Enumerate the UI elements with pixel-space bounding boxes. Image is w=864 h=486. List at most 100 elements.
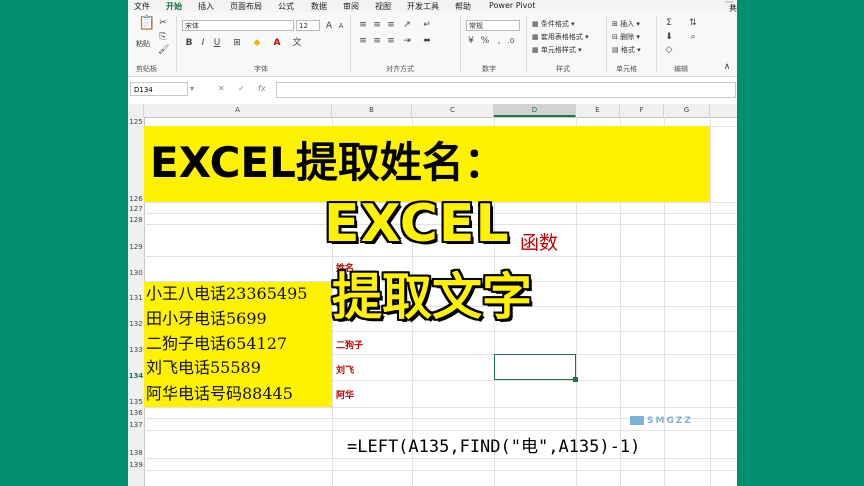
tab-view[interactable]: 视图 — [375, 1, 391, 12]
row-header[interactable]: 126 — [128, 195, 144, 203]
cell-b135[interactable]: 阿华 — [336, 388, 354, 401]
italic-button[interactable]: I — [198, 38, 208, 48]
align-left-icon[interactable]: ≡ — [358, 36, 368, 46]
wrap-text-icon[interactable]: ↵ — [422, 20, 432, 30]
column-header-a[interactable]: A — [144, 104, 332, 117]
currency-icon[interactable]: ¥ — [466, 36, 476, 46]
tab-developer[interactable]: 开发工具 — [407, 1, 439, 12]
find-select-icon[interactable]: ⌕ — [688, 32, 698, 42]
font-color-icon[interactable]: A — [272, 38, 282, 48]
cut-icon[interactable]: ✂ — [158, 18, 168, 28]
copy-icon[interactable]: ⎘ — [158, 32, 168, 42]
align-bottom-icon[interactable]: ≡ — [386, 20, 396, 30]
conditional-format-button[interactable]: ▦ 条件格式 ▾ — [532, 19, 575, 29]
name-box[interactable]: D134 — [130, 82, 188, 96]
indent-icon[interactable]: ⇥ — [402, 36, 412, 46]
tab-data[interactable]: 数据 — [311, 1, 327, 12]
font-size-select[interactable]: 12 — [296, 20, 320, 31]
font-name-select[interactable]: 宋体 — [182, 20, 294, 31]
row-header[interactable]: 133 — [128, 346, 144, 354]
format-cells-icon: ▤ — [612, 46, 619, 54]
cell-c129-partial[interactable]: 函数 — [520, 228, 558, 255]
row-header[interactable]: 125 — [128, 118, 144, 126]
row-header[interactable]: 131 — [128, 294, 144, 302]
column-header-b[interactable]: B — [332, 104, 412, 117]
cell-b134[interactable]: 刘飞 — [336, 363, 354, 376]
tab-page-layout[interactable]: 页面布局 — [230, 1, 262, 12]
paste-label[interactable]: 粘贴 — [136, 39, 150, 49]
cell-a133[interactable]: 二狗子电话654127 — [146, 334, 287, 354]
cell-style-button[interactable]: ▦ 单元格样式 ▾ — [532, 45, 582, 55]
row-header[interactable]: 138 — [128, 449, 144, 457]
cell-b133[interactable]: 二狗子 — [336, 338, 363, 351]
align-top-icon[interactable]: ≡ — [358, 20, 368, 30]
formula-text[interactable]: =LEFT(A135,FIND("电",A135)-1) — [347, 432, 640, 457]
column-header-f[interactable]: F — [620, 104, 664, 117]
insert-function-icon[interactable]: fx — [258, 84, 266, 93]
align-center-icon[interactable]: ≡ — [372, 36, 382, 46]
cell-a132[interactable]: 田小牙电话5699 — [146, 309, 267, 329]
column-header-d[interactable]: D — [494, 104, 576, 117]
row-header[interactable]: 129 — [128, 243, 144, 251]
column-header-c[interactable]: C — [412, 104, 494, 117]
row-header-selected[interactable]: 134 — [128, 372, 144, 380]
tab-help[interactable]: 帮助 — [455, 1, 471, 12]
tab-power-pivot[interactable]: Power Pivot — [489, 1, 535, 10]
cell-a131[interactable]: 小王八电话23365495 — [146, 284, 307, 304]
row-header[interactable]: 139 — [128, 461, 144, 469]
cancel-icon[interactable]: ✕ — [218, 84, 225, 93]
format-cells-button[interactable]: ▤ 格式 ▾ — [612, 45, 641, 55]
percent-button[interactable]: % — [480, 36, 490, 46]
merge-center-icon[interactable]: ⬌ — [422, 36, 432, 46]
group-alignment: 对齐方式 — [386, 65, 414, 73]
select-all-corner[interactable] — [128, 104, 144, 117]
row-header[interactable]: 136 — [128, 409, 144, 417]
comma-button[interactable]: , — [494, 36, 504, 46]
fill-handle[interactable] — [573, 377, 578, 382]
ribbon-separator — [606, 16, 607, 72]
orientation-icon[interactable]: ↗ — [402, 20, 412, 30]
align-middle-icon[interactable]: ≡ — [372, 20, 382, 30]
insert-cells-button[interactable]: ⊞ 插入 ▾ — [612, 19, 640, 29]
align-right-icon[interactable]: ≡ — [386, 36, 396, 46]
tab-file[interactable]: 文件 — [134, 1, 150, 12]
name-box-dropdown-icon[interactable]: ▾ — [190, 84, 194, 93]
cell-a134[interactable]: 刘飞电话55589 — [146, 358, 261, 378]
row-header[interactable]: 127 — [128, 205, 144, 213]
row-header[interactable]: 135 — [128, 398, 144, 406]
enter-icon[interactable]: ✓ — [238, 84, 245, 93]
increase-decimal-icon[interactable]: .0 — [506, 36, 516, 46]
row-header[interactable]: 130 — [128, 269, 144, 277]
number-format-select[interactable]: 常规 — [466, 20, 520, 31]
paste-icon[interactable]: 📋 — [138, 16, 155, 34]
column-header-g[interactable]: G — [664, 104, 710, 117]
bold-button[interactable]: B — [184, 38, 194, 48]
table-format-button[interactable]: ▦ 套用表格格式 ▾ — [532, 32, 589, 42]
font-shrink-icon[interactable]: A — [336, 21, 346, 31]
fill-color-icon[interactable]: ◆ — [252, 38, 262, 48]
formula-input[interactable] — [276, 82, 736, 98]
collapse-ribbon-icon[interactable]: ∧ — [722, 62, 732, 72]
ribbon-separator — [460, 16, 461, 72]
selected-cell-d134[interactable] — [494, 354, 576, 380]
font-grow-icon[interactable]: A — [324, 21, 334, 31]
tab-insert[interactable]: 插入 — [198, 1, 214, 12]
delete-cells-button[interactable]: ⊟ 删除 ▾ — [612, 32, 640, 42]
cell-a135[interactable]: 阿华电话号码88445 — [146, 384, 293, 404]
border-icon[interactable]: ⊞ — [232, 38, 242, 48]
row-header[interactable]: 132 — [128, 320, 144, 328]
autosum-icon[interactable]: Σ — [664, 18, 674, 28]
clear-icon[interactable]: ◇ — [664, 45, 674, 55]
row-header[interactable]: 137 — [128, 421, 144, 429]
phonetic-icon[interactable]: 文 — [292, 38, 302, 48]
format-painter-icon[interactable]: 🖌 — [158, 45, 169, 55]
row-header[interactable]: 128 — [128, 216, 144, 224]
sort-filter-icon[interactable]: ⇅ — [688, 18, 698, 28]
fill-icon[interactable]: ⬇ — [664, 32, 674, 42]
tab-review[interactable]: 审阅 — [343, 1, 359, 12]
gridline — [144, 407, 737, 408]
underline-button[interactable]: U — [212, 38, 222, 48]
tab-formulas[interactable]: 公式 — [278, 1, 294, 12]
share-button[interactable]: ⇪ 共享 — [725, 1, 737, 13]
column-header-e[interactable]: E — [576, 104, 620, 117]
